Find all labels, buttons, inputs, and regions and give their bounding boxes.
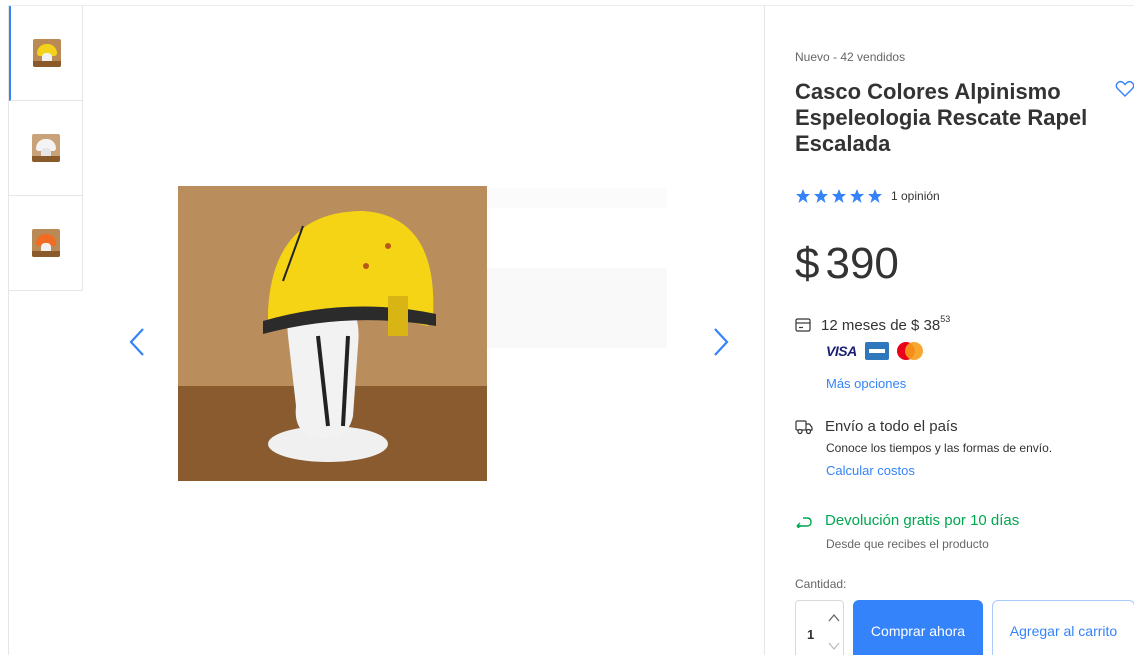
returns-subtitle: Desde que recibes el producto [826, 537, 989, 551]
star-icon [814, 189, 828, 203]
image-placeholder-strip [487, 188, 667, 208]
helmet-photo-illustration [178, 186, 487, 481]
main-product-photo [178, 186, 487, 481]
chevron-right-icon [714, 328, 729, 356]
truck-icon [795, 419, 813, 434]
thumbnail-yellow-helmet[interactable] [9, 6, 83, 101]
payment-methods: VISA [826, 342, 923, 360]
mastercard-logo [896, 342, 923, 360]
table-surface [31, 251, 60, 257]
thumbnail-white-helmet[interactable] [9, 101, 83, 196]
quantity-value: 1 [807, 627, 815, 642]
shipping-subtitle: Conoce los tiempos y las formas de envío… [826, 441, 1053, 455]
returns-title: Devolución gratis por 10 días [825, 512, 1020, 529]
quantity-label: Cantidad: [795, 577, 847, 591]
price-currency: $ [795, 239, 820, 288]
buy-now-button[interactable]: Comprar ahora [853, 600, 983, 655]
returns-info: Devolución gratis por 10 días Desde que … [795, 512, 1019, 551]
chevron-left-icon [129, 328, 144, 356]
installments-text: 12 meses de $ 3853 [821, 314, 951, 334]
calculate-shipping-link[interactable]: Calcular costos [826, 463, 1052, 478]
thumbnail-image [31, 134, 60, 162]
product-price: $390 [795, 239, 899, 289]
table-surface [31, 156, 60, 162]
visa-logo: VISA [826, 343, 857, 359]
product-title: Casco Colores Alpinismo Espeleologia Res… [795, 79, 1088, 156]
chevron-up-icon[interactable] [828, 613, 840, 623]
star-icon [868, 189, 882, 203]
installments-cents: 53 [940, 314, 951, 324]
star-icon [832, 189, 846, 203]
chevron-down-icon[interactable] [828, 641, 840, 651]
thumbnail-list [9, 6, 83, 291]
price-amount: 390 [825, 239, 899, 288]
thumbnail-image [32, 39, 61, 67]
shipping-title: Envío a todo el país [825, 418, 958, 435]
condition-sold-count: Nuevo - 42 vendidos [795, 50, 906, 64]
table-surface [32, 61, 61, 67]
shipping-info: Envío a todo el país Conoce los tiempos … [795, 418, 1052, 478]
installments-info: 12 meses de $ 3853 [795, 314, 951, 334]
heart-icon[interactable] [1115, 80, 1134, 98]
return-arrow-icon [796, 516, 812, 528]
thumbnail-orange-helmet[interactable] [9, 196, 83, 291]
more-payment-options-link[interactable]: Más opciones [826, 376, 906, 391]
add-to-cart-button[interactable]: Agregar al carrito [992, 600, 1134, 655]
star-icon [796, 189, 810, 203]
star-icon [850, 189, 864, 203]
product-page: Nuevo - 42 vendidos Casco Colores Alpini… [0, 0, 1134, 655]
product-gallery [8, 5, 764, 655]
credit-card-icon [795, 318, 811, 332]
reviews-count: 1 opinión [891, 189, 940, 203]
next-image-button[interactable] [706, 322, 736, 362]
product-info-panel: Nuevo - 42 vendidos Casco Colores Alpini… [764, 5, 1134, 655]
installments-amount: 12 meses de $ 38 [821, 317, 941, 334]
image-placeholder-block [487, 268, 667, 348]
product-rating[interactable]: 1 opinión [795, 188, 940, 204]
amex-logo [864, 342, 889, 360]
quantity-stepper[interactable]: 1 [795, 600, 844, 655]
previous-image-button[interactable] [122, 322, 152, 362]
thumbnail-image [31, 229, 60, 257]
